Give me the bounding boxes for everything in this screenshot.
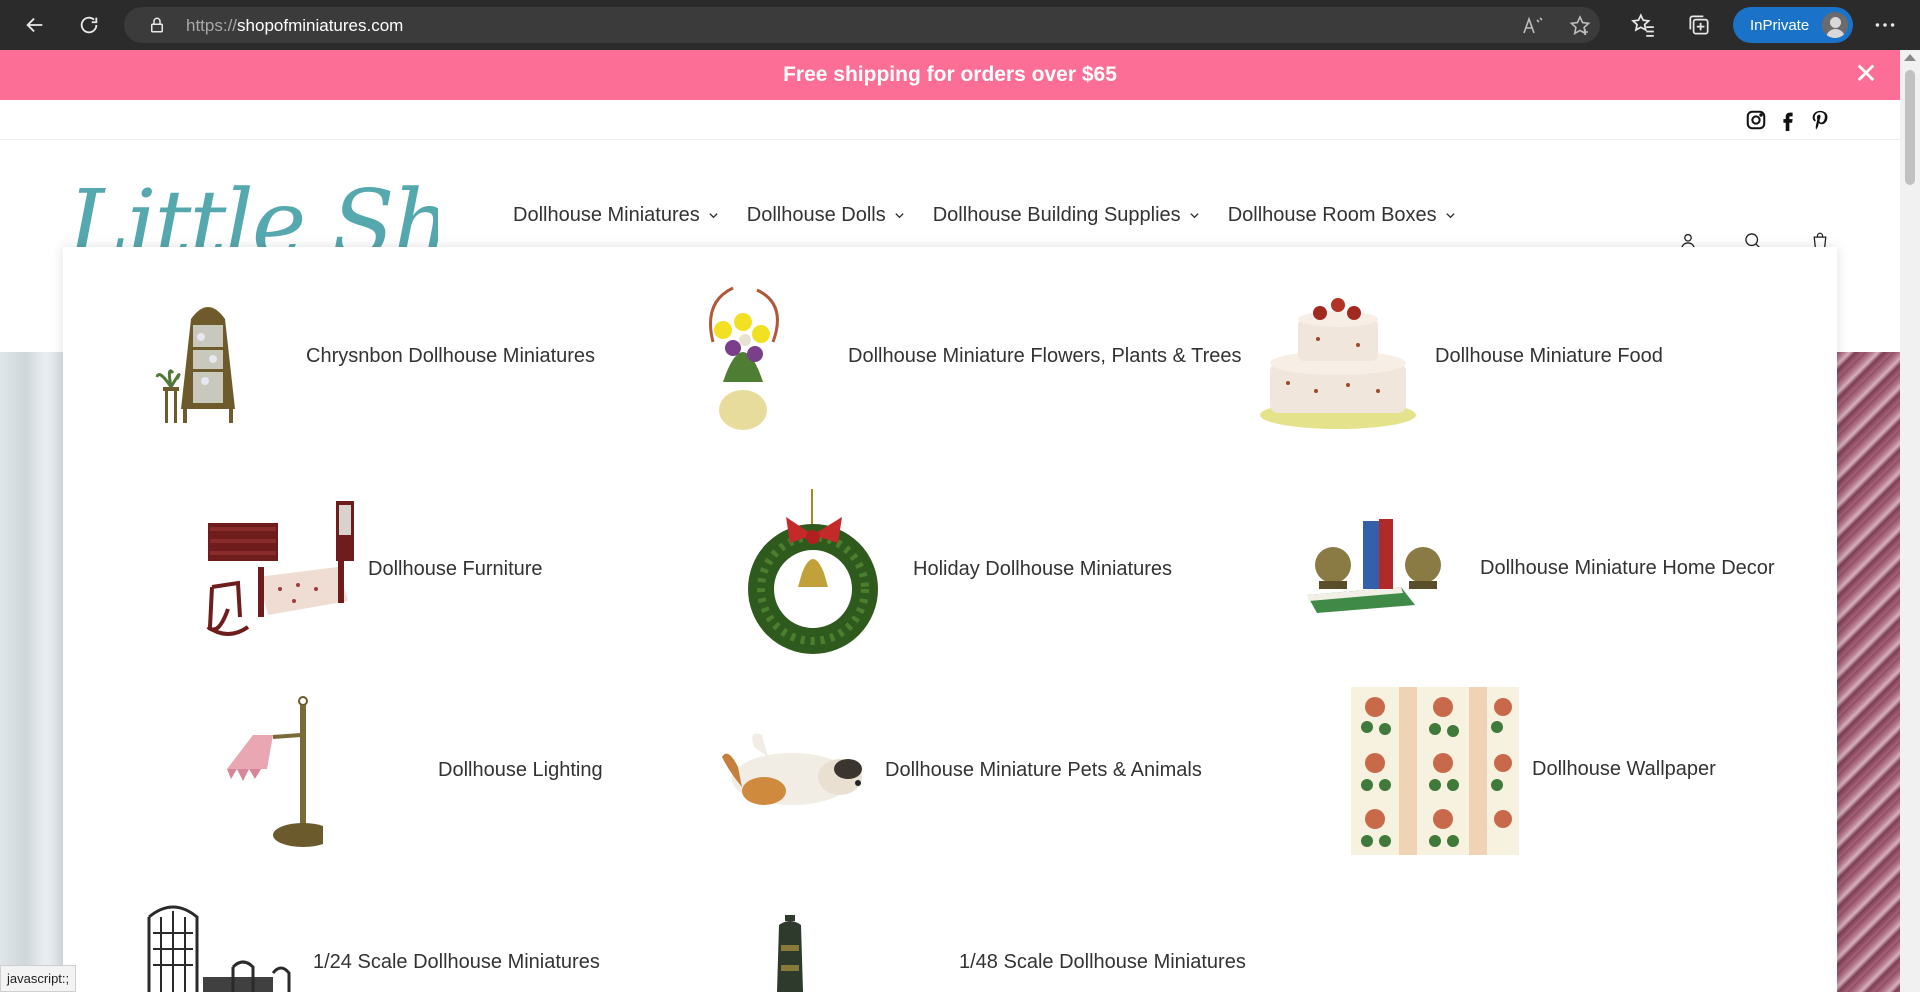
nav-item-room-boxes[interactable]: Dollhouse Room Boxes — [1228, 200, 1456, 230]
favorites-icon[interactable] — [1630, 12, 1656, 38]
page-scrollbar[interactable] — [1900, 50, 1920, 992]
url-scheme: https:// — [186, 16, 238, 35]
collections-icon[interactable] — [1686, 12, 1712, 38]
mega-menu-item-label: Dollhouse Wallpaper — [1532, 758, 1716, 780]
mega-menu-item-food[interactable]: Dollhouse Miniature Food — [1258, 287, 1818, 437]
nav-item-label: Dollhouse Room Boxes — [1227, 203, 1437, 226]
promo-text: Free shipping for orders over $65 — [783, 63, 1117, 86]
mega-menu: Chrysnbon Dollhouse Miniatures Dollhouse… — [63, 247, 1837, 992]
read-aloud-icon[interactable] — [1521, 14, 1545, 38]
cake-image — [1260, 298, 1416, 429]
more-menu-icon[interactable] — [1872, 12, 1898, 38]
mega-menu-item-label: Dollhouse Lighting — [438, 759, 603, 781]
garden-set-image — [147, 905, 291, 992]
inprivate-button[interactable]: InPrivate — [1733, 7, 1853, 43]
browser-toolbar: https://shopofminiatures.com InPrivate — [0, 0, 1920, 50]
nav-item-label: Dollhouse Dolls — [746, 203, 886, 226]
facebook-icon[interactable] — [1777, 109, 1799, 131]
mega-menu-item-chrysnbon[interactable]: Chrysnbon Dollhouse Miniatures — [153, 287, 673, 437]
instagram-icon[interactable] — [1745, 109, 1767, 131]
profile-avatar-icon — [1820, 10, 1850, 40]
favorite-add-icon[interactable] — [1568, 14, 1592, 38]
scrollbar-thumb[interactable] — [1905, 70, 1915, 185]
chevron-down-icon — [895, 212, 904, 218]
mega-menu-item-lighting[interactable]: Dollhouse Lighting — [213, 695, 613, 855]
lock-icon[interactable] — [148, 16, 166, 34]
mega-menu-item-label: 1/24 Scale Dollhouse Miniatures — [313, 951, 600, 973]
mega-menu-item-wallpaper[interactable]: Dollhouse Wallpaper — [1351, 687, 1771, 857]
chevron-down-icon — [1446, 212, 1455, 218]
mega-menu-item-pets[interactable]: Dollhouse Miniature Pets & Animals — [708, 717, 1228, 827]
url-host: shopofminiatures.com — [237, 16, 404, 35]
nav-item-label: Dollhouse Miniatures — [513, 203, 700, 226]
mega-menu-item-label: Dollhouse Miniature Food — [1435, 345, 1663, 367]
mega-menu-item-furniture[interactable]: Dollhouse Furniture — [198, 497, 598, 647]
curio-cabinet-image — [155, 307, 235, 423]
close-icon[interactable]: ✕ — [1852, 60, 1880, 88]
hero-image-left — [0, 352, 64, 992]
mega-menu-item-flowers[interactable]: Dollhouse Miniature Flowers, Plants & Tr… — [693, 282, 1253, 442]
site-logo[interactable]: Little Shop — [68, 168, 438, 249]
mega-menu-item-label: Dollhouse Miniature Flowers, Plants & Tr… — [848, 345, 1242, 367]
mega-menu-item-holiday[interactable]: Holiday Dollhouse Miniatures — [746, 487, 1226, 657]
mega-menu-item-label: Dollhouse Furniture — [368, 558, 543, 580]
chevron-down-icon — [709, 212, 718, 218]
wallpaper-image — [1351, 687, 1519, 855]
mega-menu-item-1-48-scale[interactable]: 1/48 Scale Dollhouse Miniatures — [771, 915, 1271, 992]
lamp-image — [227, 696, 323, 847]
flower-pot-image — [709, 286, 779, 430]
utility-bar — [0, 100, 1900, 140]
status-bar-url: javascript:; — [0, 965, 77, 992]
logo-text: Little Shop — [68, 170, 438, 249]
nav-item-label: Dollhouse Building Supplies — [932, 203, 1181, 226]
bedroom-set-image — [206, 501, 354, 636]
mega-menu-item-home-decor[interactable]: Dollhouse Miniature Home Decor — [1305, 517, 1825, 627]
inprivate-label: InPrivate — [1750, 16, 1810, 34]
address-bar[interactable]: https://shopofminiatures.com — [124, 7, 1600, 43]
mega-menu-item-label: Chrysnbon Dollhouse Miniatures — [306, 345, 596, 367]
mega-menu-item-label: 1/48 Scale Dollhouse Miniatures — [959, 951, 1246, 973]
main-nav: Dollhouse Miniatures Dollhouse Dolls Dol… — [513, 200, 1456, 230]
promo-banner: Free shipping for orders over $65 ✕ — [0, 50, 1900, 100]
bookends-image — [1307, 519, 1441, 613]
mega-menu-item-label: Holiday Dollhouse Miniatures — [913, 558, 1173, 580]
nav-item-dollhouse-dolls[interactable]: Dollhouse Dolls — [747, 200, 905, 230]
wreath-image — [748, 489, 878, 654]
nav-item-building-supplies[interactable]: Dollhouse Building Supplies — [933, 200, 1200, 230]
scroll-up-arrow-icon[interactable] — [1904, 54, 1916, 61]
mega-menu-item-label: Dollhouse Miniature Home Decor — [1480, 557, 1775, 579]
pinterest-icon[interactable] — [1809, 109, 1831, 131]
back-icon[interactable] — [19, 9, 51, 41]
hero-image-right — [1836, 352, 1900, 992]
stove-image — [777, 915, 803, 992]
mega-menu-item-label: Dollhouse Miniature Pets & Animals — [885, 759, 1202, 781]
url-text[interactable]: https://shopofminiatures.com — [186, 16, 403, 36]
chevron-down-icon — [1190, 212, 1199, 218]
mega-menu-item-1-24-scale[interactable]: 1/24 Scale Dollhouse Miniatures — [143, 897, 663, 992]
nav-item-dollhouse-miniatures[interactable]: Dollhouse Miniatures — [513, 200, 719, 230]
puppy-image — [722, 733, 862, 805]
refresh-icon[interactable] — [73, 9, 105, 41]
